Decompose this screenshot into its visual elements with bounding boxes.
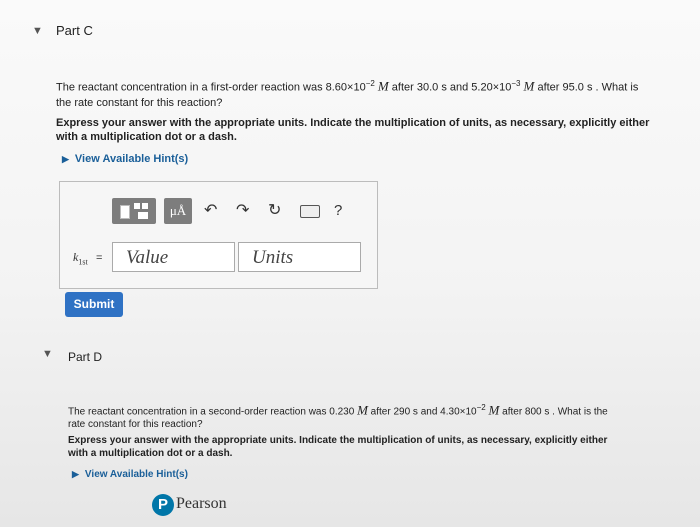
expand-right-icon: ▶ — [72, 469, 79, 479]
collapse-part-c-icon[interactable]: ▼ — [32, 25, 43, 37]
equals-sign: = — [96, 252, 103, 264]
part-d-title[interactable]: Part D — [68, 350, 102, 364]
submit-button[interactable]: Submit — [65, 292, 123, 317]
page: ▼ Part C The reactant concentration in a… — [0, 0, 700, 527]
pearson-p-icon: P — [152, 494, 174, 516]
part-c-instructions: Express your answer with the appropriate… — [56, 117, 650, 143]
pearson-name: Pearson — [176, 495, 227, 512]
part-d-hint-toggle[interactable]: ▶ View Available Hint(s) — [72, 469, 188, 480]
value-input[interactable]: Value — [112, 242, 235, 272]
rate-constant-label: k1st — [73, 250, 88, 267]
part-d-instructions: Express your answer with the appropriate… — [68, 435, 608, 459]
part-c-question: The reactant concentration in a first-or… — [56, 76, 676, 111]
help-button[interactable]: ? — [334, 202, 342, 219]
part-c-hint-toggle[interactable]: ▶ View Available Hint(s) — [62, 153, 188, 165]
part-d-question: The reactant concentration in a second-o… — [68, 401, 678, 431]
undo-icon[interactable]: ↶ — [204, 203, 217, 219]
collapse-part-d-icon[interactable]: ▼ — [42, 348, 53, 360]
templates-button[interactable] — [112, 198, 156, 224]
reset-icon[interactable]: ↻ — [268, 203, 281, 219]
expand-right-icon: ▶ — [62, 154, 69, 164]
part-c-question-line2: the rate constant for this reaction? — [56, 96, 223, 109]
part-c-title[interactable]: Part C — [56, 23, 93, 38]
keyboard-icon[interactable] — [300, 205, 320, 218]
redo-icon[interactable]: ↷ — [236, 203, 249, 219]
units-symbols-button[interactable]: μÅ — [164, 198, 192, 224]
part-d-question-line2: rate constant for this reaction? — [68, 419, 203, 431]
units-input[interactable]: Units — [238, 242, 361, 272]
part-c-question-line1: The reactant concentration in a first-or… — [56, 78, 639, 94]
answer-box: μÅ ↶ ↷ ↻ ? k1st = Value Units — [59, 181, 378, 289]
part-d-question-line1: The reactant concentration in a second-o… — [68, 402, 608, 418]
